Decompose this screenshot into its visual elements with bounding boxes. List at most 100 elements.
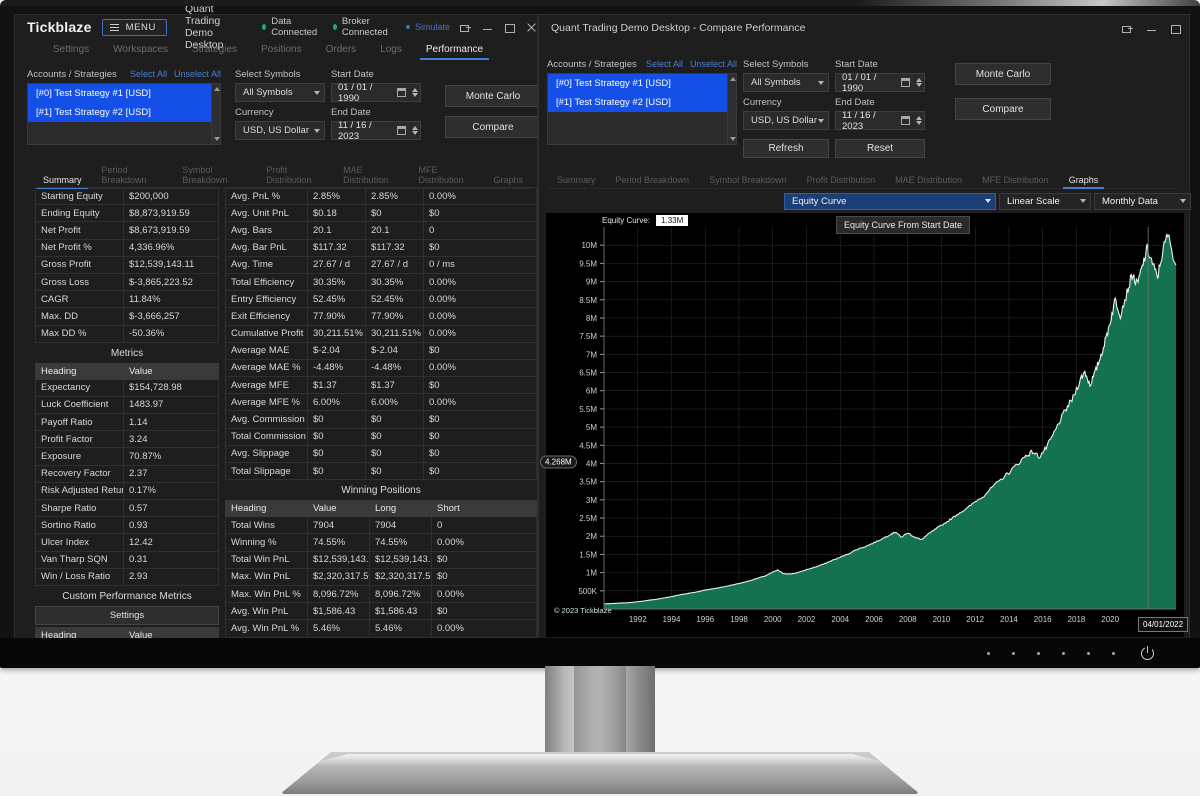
nav-tab-logs[interactable]: Logs [368, 41, 414, 59]
chart-period-select[interactable]: Monthly Data [1094, 192, 1191, 210]
table-row[interactable]: Total Efficiency 30.35% 30.35% 0.00% [225, 272, 537, 292]
table-row[interactable]: Van Tharp SQN 0.31 [35, 550, 219, 569]
account-list-item[interactable]: [#1] Test Strategy #2 [USD] [28, 103, 220, 122]
table-row[interactable]: Entry Efficiency 52.45% 52.45% 0.00% [225, 290, 537, 309]
compare-accounts-scrollbar[interactable] [727, 74, 736, 144]
symbols-select[interactable]: All Symbols [235, 83, 325, 102]
compare-unselect-all-link[interactable]: Unselect All [690, 59, 737, 69]
calendar-icon[interactable] [901, 78, 910, 87]
sub-tab-profit-distribution[interactable]: Profit Distribution [256, 163, 333, 188]
nav-tab-workspaces[interactable]: Workspaces [101, 41, 180, 59]
nav-tab-orders[interactable]: Orders [314, 41, 369, 59]
custom-metrics-settings-button[interactable]: Settings [35, 605, 219, 625]
table-row[interactable]: Ending Equity $8,873,919.59 [35, 204, 219, 223]
minimize-icon[interactable] [1146, 23, 1157, 34]
table-row[interactable]: Avg. Win PnL $1,586.43 $1,586.43 $0 [225, 602, 537, 621]
table-row[interactable]: Avg. PnL % 2.85% 2.85% 0.00% [225, 187, 537, 206]
table-row[interactable]: Net Profit $8,673,919.59 [35, 221, 219, 240]
chart-scale-select[interactable]: Linear Scale [999, 192, 1091, 210]
calendar-icon[interactable] [901, 116, 910, 125]
table-row[interactable]: Risk Adjusted Return 0.17% [35, 481, 219, 501]
sub-tab-mae-distribution[interactable]: MAE Distribution [333, 163, 408, 188]
nav-tab-positions[interactable]: Positions [249, 41, 314, 59]
table-row[interactable]: Max. Win PnL % 8,096.72% 8,096.72% 0.00% [225, 584, 537, 604]
table-row[interactable]: Gross Loss $-3,865,223.52 [35, 272, 219, 292]
table-row[interactable]: Starting Equity $200,000 [35, 187, 219, 206]
chart-series-select[interactable]: Equity Curve [784, 192, 996, 210]
table-row[interactable]: Avg. Win PnL % 5.46% 5.46% 0.00% [225, 619, 537, 638]
table-row[interactable]: Win / Loss Ratio 2.93 [35, 567, 219, 586]
reset-button[interactable]: Reset [835, 139, 925, 158]
table-row[interactable]: Avg. Slippage $0 $0 $0 [225, 444, 537, 464]
pin-icon[interactable] [1122, 23, 1133, 34]
nav-tab-performance[interactable]: Performance [414, 41, 495, 60]
unselect-all-link[interactable]: Unselect All [174, 69, 221, 79]
calendar-icon[interactable] [397, 126, 406, 135]
refresh-button[interactable]: Refresh [743, 139, 829, 158]
table-row[interactable]: Avg. Time 27.67 / d 27.67 / d0 / ms [225, 255, 537, 274]
menu-button[interactable]: MENU [101, 18, 167, 36]
minimize-icon[interactable] [482, 22, 493, 33]
compare-currency-select[interactable]: USD, US Dollar [743, 111, 829, 130]
sub-tab-symbol-breakdown[interactable]: Symbol Breakdown [172, 163, 256, 188]
sub-tab-graphs[interactable]: Graphs [483, 173, 533, 188]
compare-monte-carlo-button[interactable]: Monte Carlo [955, 63, 1051, 85]
compare-sub-tab-mae-distribution[interactable]: MAE Distribution [885, 173, 972, 188]
compare-end-date-input[interactable]: 11 / 16 / 2023 [835, 110, 925, 132]
sub-tab-summary[interactable]: Summary [33, 173, 92, 189]
account-list-item[interactable]: [#0] Test Strategy #1 [USD] [28, 84, 220, 103]
table-row[interactable]: Ulcer Index 12.42 [35, 533, 219, 552]
start-date-stepper[interactable] [412, 88, 418, 97]
table-row[interactable]: Profit Factor 3.24 [35, 430, 219, 449]
table-row[interactable]: Avg. Commission $0 $0 $0 [225, 410, 537, 429]
scroll-up-icon[interactable] [729, 77, 736, 81]
end-date-input[interactable]: 11 / 16 / 2023 [331, 120, 421, 142]
account-list-item[interactable]: [#0] Test Strategy #1 [USD] [548, 74, 736, 93]
accounts-listbox-scrollbar[interactable] [211, 84, 220, 144]
account-list-item[interactable]: [#1] Test Strategy #2 [USD] [548, 93, 736, 112]
compare-end-date-stepper[interactable] [916, 116, 922, 125]
calendar-icon[interactable] [397, 88, 406, 97]
compare-start-date-input[interactable]: 01 / 01 / 1990 [835, 72, 925, 94]
pin-icon[interactable] [460, 22, 471, 33]
table-row[interactable]: Gross Profit $12,539,143.11 [35, 255, 219, 274]
table-row[interactable]: Max. Win PnL$2,320,317.505$2,320,317.505… [225, 567, 537, 586]
nav-tab-settings[interactable]: Settings [41, 41, 101, 59]
equity-curve-chart[interactable]: 500K 1M 1.5M 2M 2.5M 3M 3.5M 4M 4.5M 5M 5.5M 6M 6.5M… [540, 213, 1189, 637]
table-row[interactable]: Exit Efficiency 77.90% 77.90% 0.00% [225, 307, 537, 326]
table-row[interactable]: Average MAE $-2.04 $-2.04 $0 [225, 341, 537, 360]
monte-carlo-button[interactable]: Monte Carlo [445, 85, 541, 107]
end-date-stepper[interactable] [412, 126, 418, 135]
scroll-down-icon[interactable] [729, 137, 736, 141]
nav-tab-strategies[interactable]: Strategies [180, 41, 249, 59]
table-row[interactable]: Avg. Bars 20.1 20.1 0 [225, 221, 537, 240]
table-row[interactable]: Exposure 70.87% [35, 447, 219, 466]
compare-sub-tab-mfe-distribution[interactable]: MFE Distribution [972, 173, 1059, 188]
start-date-input[interactable]: 01 / 01 / 1990 [331, 82, 421, 104]
currency-select[interactable]: USD, US Dollar [235, 121, 325, 140]
sub-tab-period-breakdown[interactable]: Period Breakdown [92, 163, 173, 188]
compare-sub-tab-graphs[interactable]: Graphs [1059, 173, 1109, 189]
power-button-icon[interactable] [1141, 645, 1154, 660]
compare-sub-tab-summary[interactable]: Summary [547, 173, 606, 188]
table-row[interactable]: Net Profit % 4,336.96% [35, 238, 219, 257]
compare-sub-tab-period-breakdown[interactable]: Period Breakdown [606, 173, 700, 188]
table-row[interactable]: Payoff Ratio 1.14 [35, 413, 219, 432]
table-row[interactable]: Avg. Unit PnL $0.18 $0 $0 [225, 204, 537, 223]
table-row[interactable]: Average MFE $1.37 $1.37 $0 [225, 376, 537, 395]
maximize-icon[interactable] [1170, 23, 1181, 34]
table-row[interactable]: Max. DD $-3,666,257 [35, 307, 219, 326]
table-row[interactable]: Expectancy $154,728.98 [35, 378, 219, 397]
scroll-up-icon[interactable] [213, 87, 220, 91]
table-row[interactable]: Recovery Factor 2.37 [35, 464, 219, 483]
table-row[interactable]: Total Commission $0 $0 $0 [225, 427, 537, 446]
table-row[interactable]: Total Wins 7904 7904 0 [225, 516, 537, 535]
table-row[interactable]: Sortino Ratio 0.93 [35, 516, 219, 535]
compare-button[interactable]: Compare [445, 116, 541, 138]
select-all-link[interactable]: Select All [130, 69, 167, 79]
table-row[interactable]: Winning % 74.55% 74.55% 0.00% [225, 533, 537, 552]
accounts-listbox[interactable]: [#0] Test Strategy #1 [USD] [#1] Test St… [27, 83, 221, 145]
compare-compare-button[interactable]: Compare [955, 98, 1051, 120]
table-row[interactable]: Max DD % -50.36% [35, 324, 219, 343]
compare-sub-tab-profit-distribution[interactable]: Profit Distribution [797, 173, 886, 188]
